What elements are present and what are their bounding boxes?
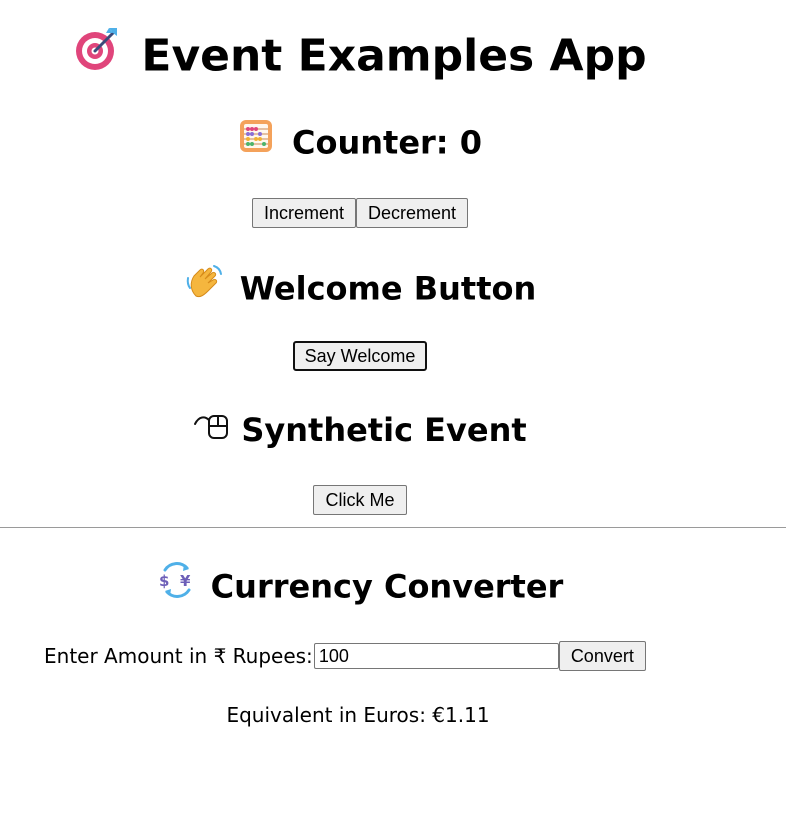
app-header: Event Examples App xyxy=(0,28,720,89)
synthetic-section: Synthetic Event xyxy=(0,410,720,453)
counter-heading: Counter: 0 xyxy=(0,120,720,167)
currency-section: $ ¥ Currency Converter xyxy=(0,562,720,611)
convert-button[interactable]: Convert xyxy=(558,641,646,671)
counter-section: Counter: 0 xyxy=(0,120,720,167)
page-title: Event Examples App xyxy=(0,28,720,89)
increment-button[interactable]: Increment xyxy=(251,198,356,228)
svg-text:$: $ xyxy=(159,572,169,590)
amount-label: Enter Amount in ₹ Rupees: xyxy=(44,644,313,668)
synthetic-controls: Click Me xyxy=(0,485,720,515)
welcome-heading-text: Welcome Button xyxy=(239,269,537,308)
welcome-controls: Say Welcome xyxy=(0,341,720,371)
converter-form: Enter Amount in ₹ Rupees: Convert xyxy=(44,641,646,671)
computer-mouse-icon xyxy=(193,408,231,449)
welcome-heading: Welcome Button xyxy=(0,265,720,315)
decrement-button[interactable]: Decrement xyxy=(356,198,469,228)
amount-input[interactable] xyxy=(313,643,559,669)
page-title-text: Event Examples App xyxy=(141,30,647,82)
abacus-icon xyxy=(238,118,274,163)
synthetic-heading: Synthetic Event xyxy=(0,410,720,453)
counter-heading-text: Counter: 0 xyxy=(291,123,482,162)
bullseye-dart-icon xyxy=(73,24,121,85)
svg-text:¥: ¥ xyxy=(180,572,191,590)
synthetic-heading-text: Synthetic Event xyxy=(241,411,527,449)
welcome-section: Welcome Button xyxy=(0,265,720,315)
currency-heading: $ ¥ Currency Converter xyxy=(0,562,720,611)
waving-hand-icon xyxy=(184,262,224,311)
say-welcome-button[interactable]: Say Welcome xyxy=(292,341,428,371)
section-divider xyxy=(0,527,786,528)
app-root: Event Examples App Counter: 0 Increment … xyxy=(0,0,786,835)
conversion-result: Equivalent in Euros: €1.11 xyxy=(226,703,490,727)
click-me-button[interactable]: Click Me xyxy=(313,485,407,515)
currency-heading-text: Currency Converter xyxy=(210,567,564,606)
currency-exchange-icon: $ ¥ xyxy=(157,562,197,607)
counter-controls: Increment Decrement xyxy=(0,198,720,228)
